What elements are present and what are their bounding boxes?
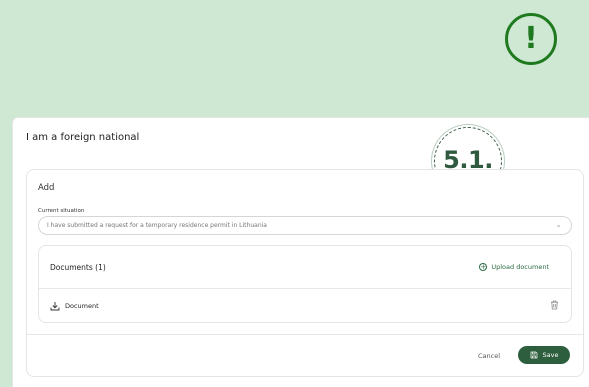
save-icon [530, 351, 537, 359]
save-label: Save [542, 351, 559, 359]
current-situation-select[interactable]: I have submitted a request for a tempora… [38, 216, 572, 235]
chevron-down-icon: ⌄ [555, 220, 562, 229]
plus-circle-icon: + [479, 263, 488, 271]
document-row[interactable]: Document [50, 301, 99, 311]
cancel-button[interactable]: Cancel [478, 352, 500, 360]
trash-icon[interactable] [550, 300, 559, 310]
panel-title: I am a foreign national [26, 132, 140, 143]
divider [39, 288, 571, 289]
save-button[interactable]: Save [518, 346, 570, 364]
download-icon [50, 302, 60, 311]
form-heading: Add [38, 183, 55, 193]
add-form-card: Add Current situation I have submitted a… [26, 169, 584, 377]
upload-document-label: Upload document [491, 263, 549, 271]
form-panel: I am a foreign national 5.1. Add Current… [12, 117, 589, 387]
documents-section: Documents (1) + Upload document Document [38, 245, 572, 323]
divider [27, 334, 583, 335]
current-situation-value: I have submitted a request for a tempora… [47, 222, 267, 229]
current-situation-label: Current situation [38, 208, 85, 214]
upload-document-button[interactable]: + Upload document [479, 263, 549, 271]
alert-icon: ! [505, 13, 557, 65]
documents-heading: Documents (1) [50, 263, 106, 272]
document-name: Document [65, 302, 99, 310]
